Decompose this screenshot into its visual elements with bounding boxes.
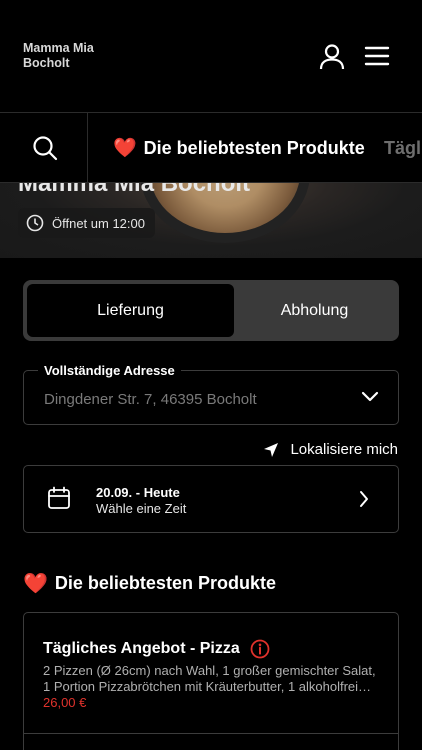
product-description-line2: 1 Portion Pizzabrötchen mit Kräuterbutte…: [43, 679, 372, 694]
hamburger-menu-icon: [364, 46, 390, 66]
location-arrow-icon: [264, 442, 279, 457]
chevron-right-icon: [360, 491, 368, 507]
product-name-row: Tägliches Angebot - Pizza: [43, 639, 270, 659]
pickup-option[interactable]: Abholung: [234, 284, 395, 337]
info-icon[interactable]: [250, 639, 270, 659]
heart-icon: ❤️: [23, 573, 48, 595]
date-time-picker[interactable]: 20.09. - Heute Wähle eine Zeit: [23, 465, 399, 533]
category-bar: ❤️ Die beliebtesten Produkte Tägli: [0, 112, 422, 183]
section-title-label: Die beliebtesten Produkte: [54, 573, 276, 593]
address-value: Dingdener Str. 7, 46395 Bocholt: [44, 391, 257, 408]
brand-line1: Mamma Mia: [23, 41, 94, 55]
address-select[interactable]: Vollständige Adresse Dingdener Str. 7, 4…: [23, 363, 399, 425]
search-button[interactable]: [0, 113, 88, 182]
main-content: Lieferung Abholung Vollständige Adresse …: [0, 258, 422, 750]
time-hint: Wähle eine Zeit: [96, 501, 187, 516]
opening-hours-badge: Öffnet um 12:00: [18, 208, 155, 238]
delivery-option[interactable]: Lieferung: [27, 284, 234, 337]
search-icon: [33, 136, 58, 161]
product-description-line1: 2 Pizzen (Ø 26cm) nach Wahl, 1 großer ge…: [43, 663, 376, 678]
delivery-mode-toggle: Lieferung Abholung: [23, 280, 399, 341]
product-card[interactable]: Tägliches Angebot - Pizza 2 Pizzen (Ø 26…: [23, 612, 399, 750]
locate-me-button[interactable]: Lokalisiere mich: [263, 441, 398, 458]
product-description: 2 Pizzen (Ø 26cm) nach Wahl, 1 großer ge…: [43, 663, 383, 695]
heart-icon: ❤️: [113, 138, 137, 159]
selected-date: 20.09. - Heute: [96, 485, 180, 500]
product-name: Tägliches Angebot - Pizza: [43, 640, 240, 657]
product-price: 26,00 €: [43, 695, 87, 710]
address-label: Vollständige Adresse: [38, 363, 181, 378]
calendar-icon: [48, 486, 70, 509]
card-divider: [24, 733, 398, 734]
tab-daily-offers[interactable]: Tägli: [384, 138, 422, 159]
user-icon: [319, 44, 345, 70]
opening-time: Öffnet um 12:00: [52, 215, 145, 231]
app-header: Mamma Mia Bocholt: [0, 0, 422, 112]
restaurant-hero: Mamma Mia Bocholt Öffnet um 12:00: [0, 183, 422, 258]
brand-logo[interactable]: Mamma Mia Bocholt: [23, 41, 94, 71]
brand-line2: Bocholt: [23, 56, 70, 70]
restaurant-name: Mamma Mia Bocholt: [18, 183, 251, 197]
clock-icon: [26, 214, 44, 232]
menu-button[interactable]: [364, 45, 390, 67]
tab-label: Die beliebtesten Produkte: [143, 137, 365, 158]
tab-popular-products[interactable]: ❤️ Die beliebtesten Produkte: [113, 136, 365, 160]
account-button[interactable]: [318, 43, 346, 71]
popular-section-title: ❤️ Die beliebtesten Produkte: [23, 571, 276, 596]
locate-me-label: Lokalisiere mich: [290, 441, 398, 458]
chevron-down-icon: [361, 391, 379, 402]
